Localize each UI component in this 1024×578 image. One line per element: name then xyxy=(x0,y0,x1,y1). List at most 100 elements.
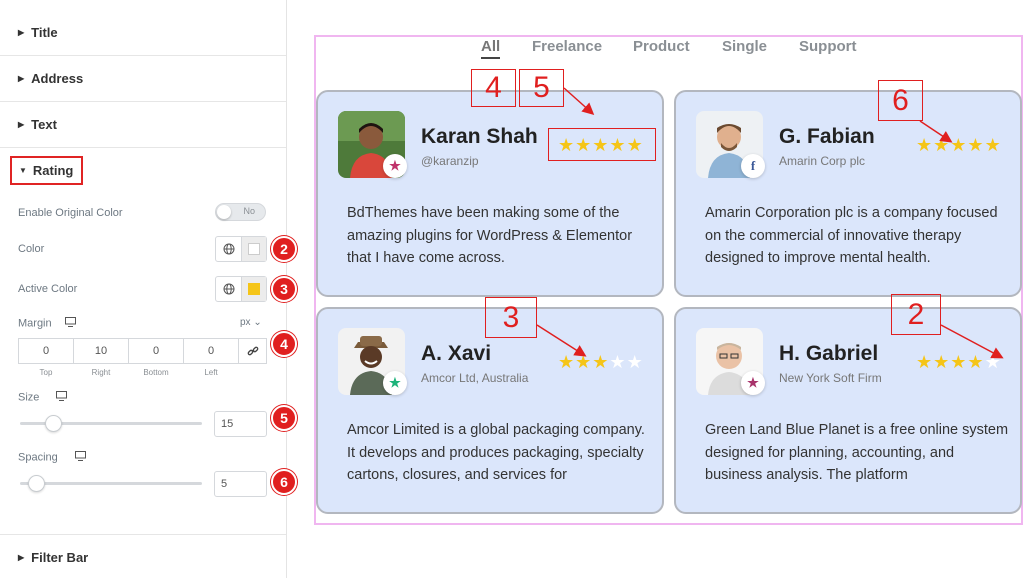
star-filled-icon: ★ xyxy=(558,352,575,372)
margin-label-text: Margin xyxy=(18,317,52,330)
slider-handle[interactable] xyxy=(44,415,62,432)
testimonial-text: Amcor Limited is a global packaging comp… xyxy=(347,422,645,483)
chevron-down-icon: ⌄ xyxy=(253,317,262,328)
caret-right-icon: ▶ xyxy=(18,74,25,83)
caret-down-icon: ▼ xyxy=(19,166,27,175)
margin-side-label: Right xyxy=(91,368,111,377)
section-label: Rating xyxy=(32,163,74,178)
testimonial-text: BdThemes have been making some of the am… xyxy=(347,205,633,266)
screen: ▶ Title ▶ Address ▶ Text ▼ Rating Enable… xyxy=(0,0,1024,578)
star-filled-icon: ★ xyxy=(933,352,950,372)
star-filled-icon: ★ xyxy=(950,352,967,372)
filter-tab-product[interactable]: Product xyxy=(633,38,690,55)
annotation-number: 6 xyxy=(878,80,923,121)
margin-left-input[interactable]: 0 xyxy=(183,338,239,364)
size-label-text: Size xyxy=(18,391,40,404)
annotation-highlight xyxy=(548,128,656,161)
testimonial-card: ★ Karan Shah @karanzip ★ ★ ★ ★ ★ BdThemes ha… xyxy=(316,90,664,297)
spacing-input[interactable]: 5 xyxy=(214,471,267,497)
filter-tab-freelance[interactable]: Freelance xyxy=(532,38,602,55)
testimonial-text: Green Land Blue Planet is a free online … xyxy=(705,422,1009,483)
reviewer-name: Karan Shah xyxy=(421,125,538,148)
spacing-label-text: Spacing xyxy=(18,451,58,464)
margin-top-input[interactable]: 0 xyxy=(18,338,74,364)
color-label: Color xyxy=(18,243,45,255)
unit-text: px xyxy=(240,317,251,328)
desktop-icon xyxy=(74,451,86,464)
testimonial-card: f G. Fabian Amarin Corp plc ★ ★ ★ ★ ★ Amarin… xyxy=(674,90,1022,297)
size-label: Size xyxy=(18,391,68,404)
star-icon: ★ xyxy=(383,371,407,395)
section-text[interactable]: ▶ Text xyxy=(0,102,286,148)
marker-badge: 5 xyxy=(271,405,297,431)
reviewer-company: New York Soft Firm xyxy=(779,371,882,385)
link-icon xyxy=(247,346,258,356)
annotation-number: 5 xyxy=(519,69,564,107)
reviewer-name: A. Xavi xyxy=(421,342,492,365)
margin-side-label: Top xyxy=(39,368,53,377)
margin-right-input[interactable]: 10 xyxy=(73,338,129,364)
color-picker[interactable] xyxy=(215,236,267,262)
star-filled-icon: ★ xyxy=(575,352,592,372)
caret-right-icon: ▶ xyxy=(18,28,25,37)
slider-handle[interactable] xyxy=(28,475,46,492)
marker-badge: 4 xyxy=(271,331,297,357)
color-swatch[interactable] xyxy=(242,237,266,261)
reviewer-company: Amcor Ltd, Australia xyxy=(421,371,529,385)
margin-bottom-input[interactable]: 0 xyxy=(128,338,184,364)
section-filter-bar[interactable]: ▶ Filter Bar xyxy=(0,534,286,578)
testimonial-card: ★ A. Xavi Amcor Ltd, Australia ★ ★ ★ ★ ★ Amc… xyxy=(316,307,664,514)
filter-tab-support[interactable]: Support xyxy=(799,38,857,55)
spacing-slider[interactable] xyxy=(20,475,202,492)
enable-original-color-toggle[interactable]: No xyxy=(215,203,266,221)
size-slider[interactable] xyxy=(20,415,202,432)
annotation-number: 2 xyxy=(891,294,941,335)
star-empty-icon: ★ xyxy=(984,352,1001,372)
reviewer-name: H. Gabriel xyxy=(779,342,879,365)
star-filled-icon: ★ xyxy=(984,135,1001,155)
reviewer-handle: @karanzip xyxy=(421,154,479,168)
spacing-label: Spacing xyxy=(18,451,86,464)
annotation-number: 4 xyxy=(471,69,516,107)
rating-stars: ★ ★ ★ ★ ★ xyxy=(558,353,644,371)
star-filled-icon: ★ xyxy=(933,135,950,155)
caret-right-icon: ▶ xyxy=(18,120,25,129)
rating-stars: ★ ★ ★ ★ ★ xyxy=(916,353,1002,371)
globe-icon[interactable] xyxy=(216,277,242,301)
active-color-label: Active Color xyxy=(18,283,78,295)
active-color-swatch[interactable] xyxy=(242,277,266,301)
unit-selector[interactable]: px ⌄ xyxy=(240,317,262,328)
globe-icon[interactable] xyxy=(216,237,242,261)
star-filled-icon: ★ xyxy=(592,352,609,372)
reviewer-name: G. Fabian xyxy=(779,125,875,148)
margin-label: Margin xyxy=(18,317,76,330)
desktop-icon xyxy=(56,391,68,404)
active-color-picker[interactable] xyxy=(215,276,267,302)
size-input[interactable]: 15 xyxy=(214,411,267,437)
testimonial-card: ★ H. Gabriel New York Soft Firm ★ ★ ★ ★ ★ Gr… xyxy=(674,307,1022,514)
section-title[interactable]: ▶ Title xyxy=(0,10,286,56)
testimonial-text: Amarin Corporation plc is a company focu… xyxy=(705,205,998,266)
toggle-text: No xyxy=(243,206,255,216)
link-values-button[interactable] xyxy=(238,338,267,364)
filter-tab-single[interactable]: Single xyxy=(722,38,767,55)
settings-panel: ▶ Title ▶ Address ▶ Text ▼ Rating Enable… xyxy=(0,0,297,578)
section-rating[interactable]: ▼ Rating xyxy=(10,156,83,185)
star-empty-icon: ★ xyxy=(609,352,626,372)
desktop-icon xyxy=(64,317,76,330)
star-filled-icon: ★ xyxy=(967,352,984,372)
reviewer-company: Amarin Corp plc xyxy=(779,154,866,168)
star-filled-icon: ★ xyxy=(916,352,933,372)
rating-stars: ★ ★ ★ ★ ★ xyxy=(916,136,1002,154)
star-empty-icon: ★ xyxy=(626,352,643,372)
filter-tab-all[interactable]: All xyxy=(481,38,501,59)
star-icon: ★ xyxy=(741,371,765,395)
annotation-number: 3 xyxy=(485,297,537,338)
marker-badge: 2 xyxy=(271,236,297,262)
star-filled-icon: ★ xyxy=(916,135,933,155)
enable-original-color-label: Enable Original Color xyxy=(18,207,123,219)
section-label: Address xyxy=(31,71,84,86)
section-address[interactable]: ▶ Address xyxy=(0,56,286,102)
marker-badge: 3 xyxy=(271,276,297,302)
section-label: Title xyxy=(31,25,58,40)
